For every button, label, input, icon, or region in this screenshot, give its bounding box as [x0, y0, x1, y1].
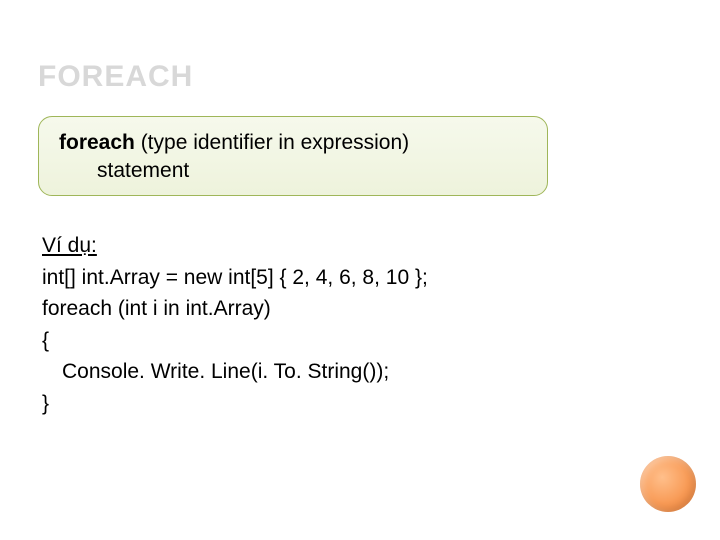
- decorative-circle-icon: [640, 456, 696, 512]
- example-label: Ví dụ:: [42, 230, 428, 262]
- example-line-1: int[] int.Array = new int[5] { 2, 4, 6, …: [42, 262, 428, 294]
- example-line-2: foreach (int i in int.Array): [42, 293, 428, 325]
- syntax-line-2: statement: [59, 157, 527, 185]
- example-line-3: {: [42, 325, 428, 357]
- example-block: Ví dụ: int[] int.Array = new int[5] { 2,…: [42, 230, 428, 419]
- syntax-rest-1: (type identifier in expression): [135, 131, 409, 154]
- syntax-box: foreach (type identifier in expression) …: [38, 116, 548, 196]
- syntax-line-1: foreach (type identifier in expression): [59, 129, 527, 157]
- slide-title: FOREACH: [38, 60, 193, 94]
- foreach-keyword: foreach: [59, 131, 135, 154]
- example-line-4: Console. Write. Line(i. To. String());: [42, 356, 428, 388]
- example-line-5: }: [42, 388, 428, 420]
